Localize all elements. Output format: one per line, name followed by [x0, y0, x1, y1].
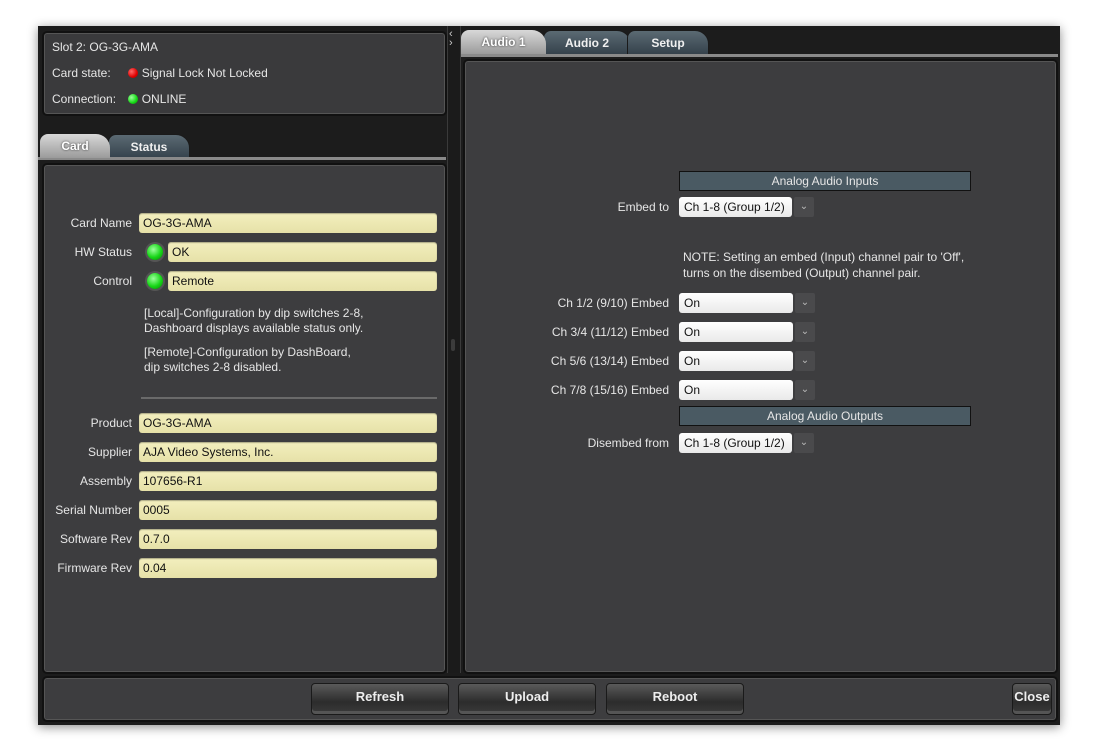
supplier-label: Supplier [87, 445, 132, 459]
expand-right-icon[interactable]: › [449, 38, 453, 49]
help-local-line-1: [Local]-Configuration by dip switches 2-… [144, 306, 364, 320]
chevron-down-icon[interactable]: ⌄ [794, 197, 814, 217]
embed-to-value[interactable]: Ch 1-8 (Group 1/2) [679, 197, 792, 217]
close-button[interactable]: Close [1012, 683, 1052, 715]
serial-number-row: Serial Number 0005 [44, 500, 445, 522]
ch-5-6-embed-value[interactable]: On [679, 351, 793, 371]
connection-value: ONLINE [141, 92, 187, 106]
right-tab-divider [461, 54, 1058, 57]
chevron-down-icon[interactable]: ⌄ [794, 433, 814, 453]
product-label: Product [90, 416, 132, 430]
hw-status-led-icon [147, 244, 163, 260]
help-local-line-2: Dashboard displays available status only… [144, 321, 364, 335]
control-row: Control Remote [44, 271, 445, 293]
software-rev-label: Software Rev [59, 532, 132, 546]
chevron-down-icon[interactable]: ⌄ [795, 322, 815, 342]
help-remote-line-2: dip switches 2-8 disabled. [144, 360, 282, 374]
reboot-button[interactable]: Reboot [606, 683, 744, 715]
card-name-row: Card Name OG-3G-AMA [44, 213, 445, 235]
embed-note: NOTE: Setting an embed (Input) channel p… [683, 249, 964, 281]
firmware-rev-value: 0.04 [139, 558, 437, 578]
chevron-down-icon[interactable]: ⌄ [795, 351, 815, 371]
control-label: Control [93, 274, 132, 288]
card-name-input[interactable]: OG-3G-AMA [139, 213, 437, 233]
software-rev-row: Software Rev 0.7.0 [44, 529, 445, 551]
card-name-label: Card Name [70, 216, 132, 230]
tab-setup[interactable]: Setup [627, 30, 709, 56]
product-row: Product OG-3G-AMA [44, 413, 445, 435]
hw-status-value: OK [168, 242, 437, 262]
card-state-row: Card state: Signal Lock Not Locked [52, 64, 268, 82]
firmware-rev-row: Firmware Rev 0.04 [44, 558, 445, 580]
help-remote-line-1: [Remote]-Configuration by DashBoard, [144, 345, 351, 359]
serial-number-label: Serial Number [55, 503, 132, 517]
hw-status-label: HW Status [74, 245, 132, 259]
serial-number-value: 0005 [139, 500, 437, 520]
embed-note-line-2: turns on the disembed (Output) channel p… [683, 266, 921, 280]
card-info-panel: Slot 2: OG-3G-AMA Card state: Signal Loc… [42, 31, 447, 116]
help-local: [Local]-Configuration by dip switches 2-… [144, 306, 363, 336]
slot-title: Slot 2: OG-3G-AMA [52, 40, 159, 54]
help-remote: [Remote]-Configuration by DashBoard, dip… [144, 345, 351, 375]
bottom-button-bar: Refresh Upload Reboot Close [42, 676, 1058, 722]
hw-status-row: HW Status OK [44, 242, 445, 264]
ch-7-8-embed-value[interactable]: On [679, 380, 793, 400]
ch-3-4-embed-label: Ch 3/4 (11/12) Embed [551, 325, 669, 339]
connection-label: Connection: [52, 92, 117, 106]
control-value: Remote [168, 271, 437, 291]
audio-1-panel: Analog Audio Inputs Embed to Ch 1-8 (Gro… [463, 59, 1058, 674]
panel-splitter[interactable]: ‹ › [447, 26, 461, 673]
analog-audio-outputs-header: Analog Audio Outputs [679, 406, 971, 426]
status-led-red-icon [128, 68, 139, 78]
status-led-green-icon [128, 94, 139, 104]
right-tab-bar: Audio 1 Audio 2 Setup [461, 30, 1060, 56]
chevron-down-icon[interactable]: ⌄ [795, 380, 815, 400]
connection-row: Connection: ONLINE [52, 90, 186, 108]
control-led-icon [147, 273, 163, 289]
disembed-from-value[interactable]: Ch 1-8 (Group 1/2) [679, 433, 792, 453]
section-divider [141, 397, 437, 399]
refresh-button[interactable]: Refresh [311, 683, 449, 715]
card-state-value: Signal Lock Not Locked [141, 66, 268, 80]
supplier-row: Supplier AJA Video Systems, Inc. [44, 442, 445, 464]
analog-audio-inputs-header: Analog Audio Inputs [679, 171, 971, 191]
firmware-rev-label: Firmware Rev [57, 561, 132, 575]
card-state-label: Card state: [52, 66, 111, 80]
disembed-from-label: Disembed from [587, 436, 669, 450]
card-panel: Card Name OG-3G-AMA HW Status OK Control… [42, 163, 447, 674]
assembly-label: Assembly [79, 474, 132, 488]
tab-card[interactable]: Card [40, 134, 110, 158]
ch-1-2-embed-label: Ch 1/2 (9/10) Embed [557, 296, 669, 310]
ch-5-6-embed-label: Ch 5/6 (13/14) Embed [550, 354, 669, 368]
tab-audio-1[interactable]: Audio 1 [461, 30, 546, 54]
embed-note-line-1: NOTE: Setting an embed (Input) channel p… [683, 250, 965, 264]
upload-button[interactable]: Upload [458, 683, 596, 715]
embed-to-label: Embed to [617, 200, 669, 214]
chevron-down-icon[interactable]: ⌄ [795, 293, 815, 313]
ch-3-4-embed-value[interactable]: On [679, 322, 793, 342]
software-rev-value: 0.7.0 [139, 529, 437, 549]
ch-7-8-embed-label: Ch 7/8 (15/16) Embed [550, 383, 669, 397]
supplier-value: AJA Video Systems, Inc. [139, 442, 437, 462]
assembly-row: Assembly 107656-R1 [44, 471, 445, 493]
card-config-window: Slot 2: OG-3G-AMA Card state: Signal Loc… [38, 26, 1060, 725]
tab-audio-2[interactable]: Audio 2 [543, 30, 631, 56]
product-value: OG-3G-AMA [139, 413, 437, 433]
assembly-value: 107656-R1 [139, 471, 437, 491]
splitter-grip-icon[interactable] [451, 339, 455, 351]
ch-1-2-embed-value[interactable]: On [679, 293, 793, 313]
